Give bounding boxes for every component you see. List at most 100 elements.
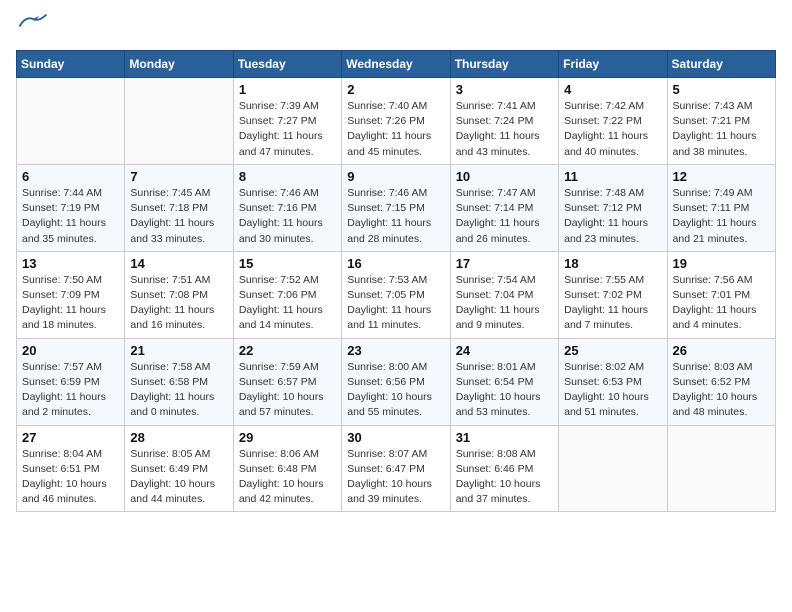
calendar-cell: 5 Sunrise: 7:43 AM Sunset: 7:21 PM Daylig… [667, 78, 775, 165]
day-number: 15 [239, 256, 336, 271]
calendar-cell: 27 Sunrise: 8:04 AM Sunset: 6:51 PM Dayli… [17, 425, 125, 512]
calendar-table: SundayMondayTuesdayWednesdayThursdayFrid… [16, 50, 776, 512]
day-info: Sunrise: 7:41 AM Sunset: 7:24 PM Dayligh… [456, 99, 553, 160]
calendar-cell: 20Sunrise: 7:57 AM Sunset: 6:59 PM Dayli… [17, 338, 125, 425]
day-number: 11 [564, 169, 661, 184]
calendar-week-row: 27 Sunrise: 8:04 AM Sunset: 6:51 PM Dayli… [17, 425, 776, 512]
day-number: 10 [456, 169, 553, 184]
day-info: Sunrise: 8:02 AM Sunset: 6:53 PM Dayligh… [564, 360, 661, 421]
calendar-cell: 19 Sunrise: 7:56 AM Sunset: 7:01 PM Dayli… [667, 251, 775, 338]
day-number: 21 [130, 343, 227, 358]
calendar-cell: 16 Sunrise: 7:53 AM Sunset: 7:05 PM Dayli… [342, 251, 450, 338]
calendar-cell: 10Sunrise: 7:47 AM Sunset: 7:14 PM Dayli… [450, 164, 558, 251]
col-header-thursday: Thursday [450, 51, 558, 78]
calendar-cell: 7Sunrise: 7:45 AM Sunset: 7:18 PM Daylig… [125, 164, 233, 251]
calendar-cell: 31 Sunrise: 8:08 AM Sunset: 6:46 PM Dayli… [450, 425, 558, 512]
day-number: 27 [22, 430, 119, 445]
day-info: Sunrise: 7:42 AM Sunset: 7:22 PM Dayligh… [564, 99, 661, 160]
day-info: Sunrise: 7:51 AM Sunset: 7:08 PM Dayligh… [130, 273, 227, 334]
day-info: Sunrise: 7:59 AM Sunset: 6:57 PM Dayligh… [239, 360, 336, 421]
day-number: 7 [130, 169, 227, 184]
calendar-cell: 4 Sunrise: 7:42 AM Sunset: 7:22 PM Daylig… [559, 78, 667, 165]
page-header [16, 16, 776, 38]
calendar-cell: 2 Sunrise: 7:40 AM Sunset: 7:26 PM Daylig… [342, 78, 450, 165]
calendar-cell: 22Sunrise: 7:59 AM Sunset: 6:57 PM Dayli… [233, 338, 341, 425]
day-info: Sunrise: 8:08 AM Sunset: 6:46 PM Dayligh… [456, 447, 553, 508]
day-number: 29 [239, 430, 336, 445]
day-info: Sunrise: 7:55 AM Sunset: 7:02 PM Dayligh… [564, 273, 661, 334]
day-info: Sunrise: 7:57 AM Sunset: 6:59 PM Dayligh… [22, 360, 119, 421]
day-number: 17 [456, 256, 553, 271]
day-info: Sunrise: 8:03 AM Sunset: 6:52 PM Dayligh… [673, 360, 770, 421]
calendar-week-row: 13 Sunrise: 7:50 AM Sunset: 7:09 PM Dayli… [17, 251, 776, 338]
calendar-cell: 15 Sunrise: 7:52 AM Sunset: 7:06 PM Dayli… [233, 251, 341, 338]
day-info: Sunrise: 8:07 AM Sunset: 6:47 PM Dayligh… [347, 447, 444, 508]
day-number: 30 [347, 430, 444, 445]
day-number: 12 [673, 169, 770, 184]
day-info: Sunrise: 7:48 AM Sunset: 7:12 PM Dayligh… [564, 186, 661, 247]
day-info: Sunrise: 8:05 AM Sunset: 6:49 PM Dayligh… [130, 447, 227, 508]
calendar-cell: 13 Sunrise: 7:50 AM Sunset: 7:09 PM Dayli… [17, 251, 125, 338]
day-info: Sunrise: 7:40 AM Sunset: 7:26 PM Dayligh… [347, 99, 444, 160]
day-number: 24 [456, 343, 553, 358]
day-info: Sunrise: 8:04 AM Sunset: 6:51 PM Dayligh… [22, 447, 119, 508]
calendar-cell: 25 Sunrise: 8:02 AM Sunset: 6:53 PM Dayli… [559, 338, 667, 425]
logo-bird-icon [18, 13, 48, 31]
calendar-cell: 24Sunrise: 8:01 AM Sunset: 6:54 PM Dayli… [450, 338, 558, 425]
day-info: Sunrise: 7:50 AM Sunset: 7:09 PM Dayligh… [22, 273, 119, 334]
day-info: Sunrise: 7:58 AM Sunset: 6:58 PM Dayligh… [130, 360, 227, 421]
calendar-cell: 23 Sunrise: 8:00 AM Sunset: 6:56 PM Dayli… [342, 338, 450, 425]
day-info: Sunrise: 7:54 AM Sunset: 7:04 PM Dayligh… [456, 273, 553, 334]
calendar-cell: 12 Sunrise: 7:49 AM Sunset: 7:11 PM Dayli… [667, 164, 775, 251]
calendar-cell: 26 Sunrise: 8:03 AM Sunset: 6:52 PM Dayli… [667, 338, 775, 425]
calendar-cell [667, 425, 775, 512]
day-number: 9 [347, 169, 444, 184]
col-header-friday: Friday [559, 51, 667, 78]
calendar-cell [125, 78, 233, 165]
day-number: 8 [239, 169, 336, 184]
day-number: 31 [456, 430, 553, 445]
day-info: Sunrise: 7:44 AM Sunset: 7:19 PM Dayligh… [22, 186, 119, 247]
day-number: 1 [239, 82, 336, 97]
col-header-tuesday: Tuesday [233, 51, 341, 78]
day-info: Sunrise: 7:46 AM Sunset: 7:16 PM Dayligh… [239, 186, 336, 247]
calendar-cell: 14Sunrise: 7:51 AM Sunset: 7:08 PM Dayli… [125, 251, 233, 338]
day-number: 4 [564, 82, 661, 97]
calendar-cell: 28 Sunrise: 8:05 AM Sunset: 6:49 PM Dayli… [125, 425, 233, 512]
day-number: 28 [130, 430, 227, 445]
day-number: 2 [347, 82, 444, 97]
day-number: 25 [564, 343, 661, 358]
calendar-cell: 21 Sunrise: 7:58 AM Sunset: 6:58 PM Dayli… [125, 338, 233, 425]
col-header-wednesday: Wednesday [342, 51, 450, 78]
day-info: Sunrise: 7:43 AM Sunset: 7:21 PM Dayligh… [673, 99, 770, 160]
calendar-week-row: 6 Sunrise: 7:44 AM Sunset: 7:19 PM Daylig… [17, 164, 776, 251]
calendar-cell: 18 Sunrise: 7:55 AM Sunset: 7:02 PM Dayli… [559, 251, 667, 338]
day-number: 3 [456, 82, 553, 97]
day-info: Sunrise: 7:49 AM Sunset: 7:11 PM Dayligh… [673, 186, 770, 247]
day-number: 19 [673, 256, 770, 271]
day-number: 5 [673, 82, 770, 97]
logo [16, 16, 48, 38]
day-number: 6 [22, 169, 119, 184]
day-number: 26 [673, 343, 770, 358]
day-info: Sunrise: 8:00 AM Sunset: 6:56 PM Dayligh… [347, 360, 444, 421]
calendar-cell [559, 425, 667, 512]
calendar-cell [17, 78, 125, 165]
day-number: 23 [347, 343, 444, 358]
day-number: 18 [564, 256, 661, 271]
day-info: Sunrise: 7:53 AM Sunset: 7:05 PM Dayligh… [347, 273, 444, 334]
day-info: Sunrise: 7:52 AM Sunset: 7:06 PM Dayligh… [239, 273, 336, 334]
col-header-sunday: Sunday [17, 51, 125, 78]
col-header-monday: Monday [125, 51, 233, 78]
day-number: 16 [347, 256, 444, 271]
calendar-cell: 1Sunrise: 7:39 AM Sunset: 7:27 PM Daylig… [233, 78, 341, 165]
day-info: Sunrise: 7:56 AM Sunset: 7:01 PM Dayligh… [673, 273, 770, 334]
calendar-header-row: SundayMondayTuesdayWednesdayThursdayFrid… [17, 51, 776, 78]
col-header-saturday: Saturday [667, 51, 775, 78]
calendar-cell: 8 Sunrise: 7:46 AM Sunset: 7:16 PM Daylig… [233, 164, 341, 251]
calendar-week-row: 1Sunrise: 7:39 AM Sunset: 7:27 PM Daylig… [17, 78, 776, 165]
day-number: 13 [22, 256, 119, 271]
calendar-cell: 29Sunrise: 8:06 AM Sunset: 6:48 PM Dayli… [233, 425, 341, 512]
calendar-cell: 30 Sunrise: 8:07 AM Sunset: 6:47 PM Dayli… [342, 425, 450, 512]
day-info: Sunrise: 7:46 AM Sunset: 7:15 PM Dayligh… [347, 186, 444, 247]
